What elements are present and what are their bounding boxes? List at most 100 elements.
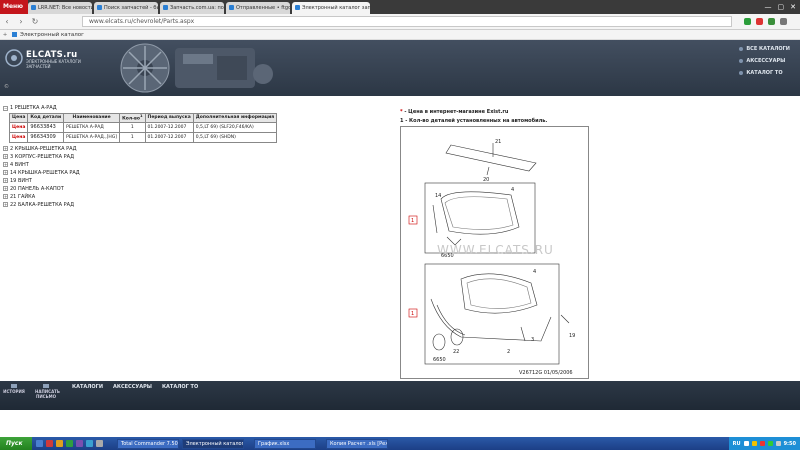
folder-icon[interactable] [56,440,63,447]
footer-menu-maintenance[interactable]: КАТАЛОГ ТО [162,384,198,390]
column-header: Цена [8,113,29,123]
callout-label[interactable]: 19 [569,333,575,339]
desktop-icon[interactable] [36,440,43,447]
collapse-icon[interactable]: − [3,105,8,111]
footer-menu-catalogs[interactable]: КАТАЛОГИ [72,384,103,390]
bookmark-item[interactable]: Электронный каталог [20,30,84,39]
taskbar-item[interactable]: Total Commander 7.50a ... [117,438,179,449]
tray-icon[interactable] [751,441,757,446]
engine-image [120,43,273,93]
language-indicator[interactable]: RU [733,441,741,447]
page-icon [12,32,17,37]
download-icon[interactable] [780,18,787,25]
callout-label[interactable]: 14 [435,193,441,199]
part-period: 01.2007-12.2007 [144,131,194,143]
tray-icon[interactable] [743,441,749,446]
callout-label[interactable]: 3 [531,337,534,343]
app-icon[interactable] [96,440,103,447]
volume-icon[interactable] [775,441,781,446]
note-text: - Цена в интернет-магазине Exist.ru [402,109,509,115]
footer-menu-accessories[interactable]: АКСЕССУАРЫ [113,384,152,390]
callout-label[interactable]: 6650 [433,357,446,363]
taskbar-item[interactable]: Копия Расчет .xls [Реж... [326,438,388,449]
tree-group[interactable]: +14 КРЫШКА-РЕШЕТКА РАД [3,169,303,177]
extension-icon[interactable] [768,18,775,25]
column-header: Дополнительная информация [192,113,278,123]
expand-icon[interactable]: + [3,186,8,191]
callout-label[interactable]: 1 [411,311,414,317]
tree-group-label: 3 КОРПУС-РЕШЕТКА РАД [10,153,75,160]
browser-tab-1[interactable]: LRR.NET: Все новости м... [28,2,92,14]
taskbar-item[interactable]: График.xlsx [254,438,316,449]
start-button[interactable]: Пуск [0,437,32,450]
browser-tab-active[interactable]: Электронный каталог запча... [292,2,370,14]
tree-group[interactable]: +21 ГАЙКА [3,193,303,201]
tree-group-expanded[interactable]: − 1 РЕШЕТКА А-РАД [3,104,303,112]
callout-label[interactable]: 4 [511,187,514,193]
parts-diagram[interactable]: 21 20 14 4 1 6650 4 1 19 6650 22 2 3 V26… [400,126,589,379]
back-icon[interactable]: ‹ [0,17,14,26]
price-link[interactable]: Цена [8,121,29,133]
callout-label[interactable]: 4 [533,269,536,275]
browser-tab-4[interactable]: Отправленные • ftgd@ukr... [226,2,290,14]
clock[interactable]: 9:50 [784,441,796,447]
shield-icon[interactable] [744,18,751,25]
heart-icon[interactable] [756,18,763,25]
browser-tab-2[interactable]: Поиск запчастей - быстрый... [94,2,158,14]
expand-icon[interactable]: + [3,154,8,159]
top-menu-label: АКСЕССУАРЫ [746,58,786,64]
expand-icon[interactable]: + [3,162,8,167]
note-qty: 1 - Кол-во деталей установленных на авто… [400,117,547,126]
expand-icon[interactable]: + [3,178,8,183]
history-link[interactable]: ИСТОРИЯ [3,384,25,399]
part-name: РЕШЕТКА А-РАД [63,121,121,133]
parts-tree: − 1 РЕШЕТКА А-РАД Цена Код детали Наимен… [3,104,303,209]
plus-icon[interactable]: + [0,30,10,39]
callout-label[interactable]: 2 [507,349,510,355]
close-icon[interactable]: ✕ [790,3,796,11]
callout-label[interactable]: 1 [411,218,414,224]
tree-group[interactable]: +4 ВИНТ [3,161,303,169]
tree-group[interactable]: +3 КОРПУС-РЕШЕТКА РАД [3,153,303,161]
bullet-icon [739,71,744,75]
tree-group-label: 4 ВИНТ [10,161,29,168]
opera-menu-button[interactable]: Меню [0,0,28,14]
callout-label[interactable]: 21 [495,139,501,145]
url-input[interactable]: www.elcats.ru/chevrolet/Parts.aspx [82,16,732,27]
table-row: Цена 96634309 РЕШЕТКА А-РАД.,[НG] 1 01.2… [8,131,278,143]
forward-icon[interactable]: › [14,17,28,26]
tray-icon[interactable] [767,441,773,446]
tree-group-label: 22 БАЛКА-РЕШЕТКА РАД [10,201,74,208]
callout-label[interactable]: 20 [483,177,489,183]
expand-icon[interactable]: + [3,146,8,151]
site-header: ELCATS.ru ЭЛЕКТРОННЫЕ КАТАЛОГИ ЗАПЧАСТЕЙ… [0,40,800,96]
price-link[interactable]: Цена [8,131,29,143]
excel-icon[interactable] [66,440,73,447]
part-info: 0,5,LT 69) (SLF20,F46/KA) [192,121,278,133]
expand-icon[interactable]: + [3,202,8,207]
write-letter-link[interactable]: НАПИСАТЬ ПИСЬМО [35,384,60,399]
reload-icon[interactable]: ↻ [28,17,42,26]
tree-group[interactable]: +2 КРЫШКА-РЕШЕТКА РАД [3,145,303,153]
expand-icon[interactable]: + [3,170,8,175]
browser-icon[interactable] [46,440,53,447]
taskbar-item-active[interactable]: Электронный каталог... [182,438,244,449]
top-menu-accessories[interactable]: АКСЕССУАРЫ [739,58,790,64]
browser-tab-3[interactable]: Запчасть.com.ua: поисков... [160,2,224,14]
part-code: 96633843 [27,121,65,133]
tree-group-label: 14 КРЫШКА-РЕШЕТКА РАД [10,169,80,176]
tree-group[interactable]: +22 БАЛКА-РЕШЕТКА РАД [3,201,303,209]
app-icon[interactable] [86,440,93,447]
maximize-icon[interactable]: ▢ [778,3,785,11]
top-menu-all-catalogs[interactable]: ВСЕ КАТАЛОГИ [739,46,790,52]
tree-group[interactable]: +20 ПАНЕЛЬ А-КАПОТ [3,185,303,193]
callout-label[interactable]: 22 [453,349,459,355]
tray-icon[interactable] [759,441,765,446]
tree-group-label: 1 РЕШЕТКА А-РАД [10,105,57,111]
minimize-icon[interactable]: — [765,3,772,11]
app-icon[interactable] [76,440,83,447]
expand-icon[interactable]: + [3,194,8,199]
column-header-qty: Кол-во1 [119,113,146,123]
top-menu-maintenance-catalog[interactable]: КАТАЛОГ ТО [739,70,790,76]
tree-group[interactable]: +19 ВИНТ [3,177,303,185]
